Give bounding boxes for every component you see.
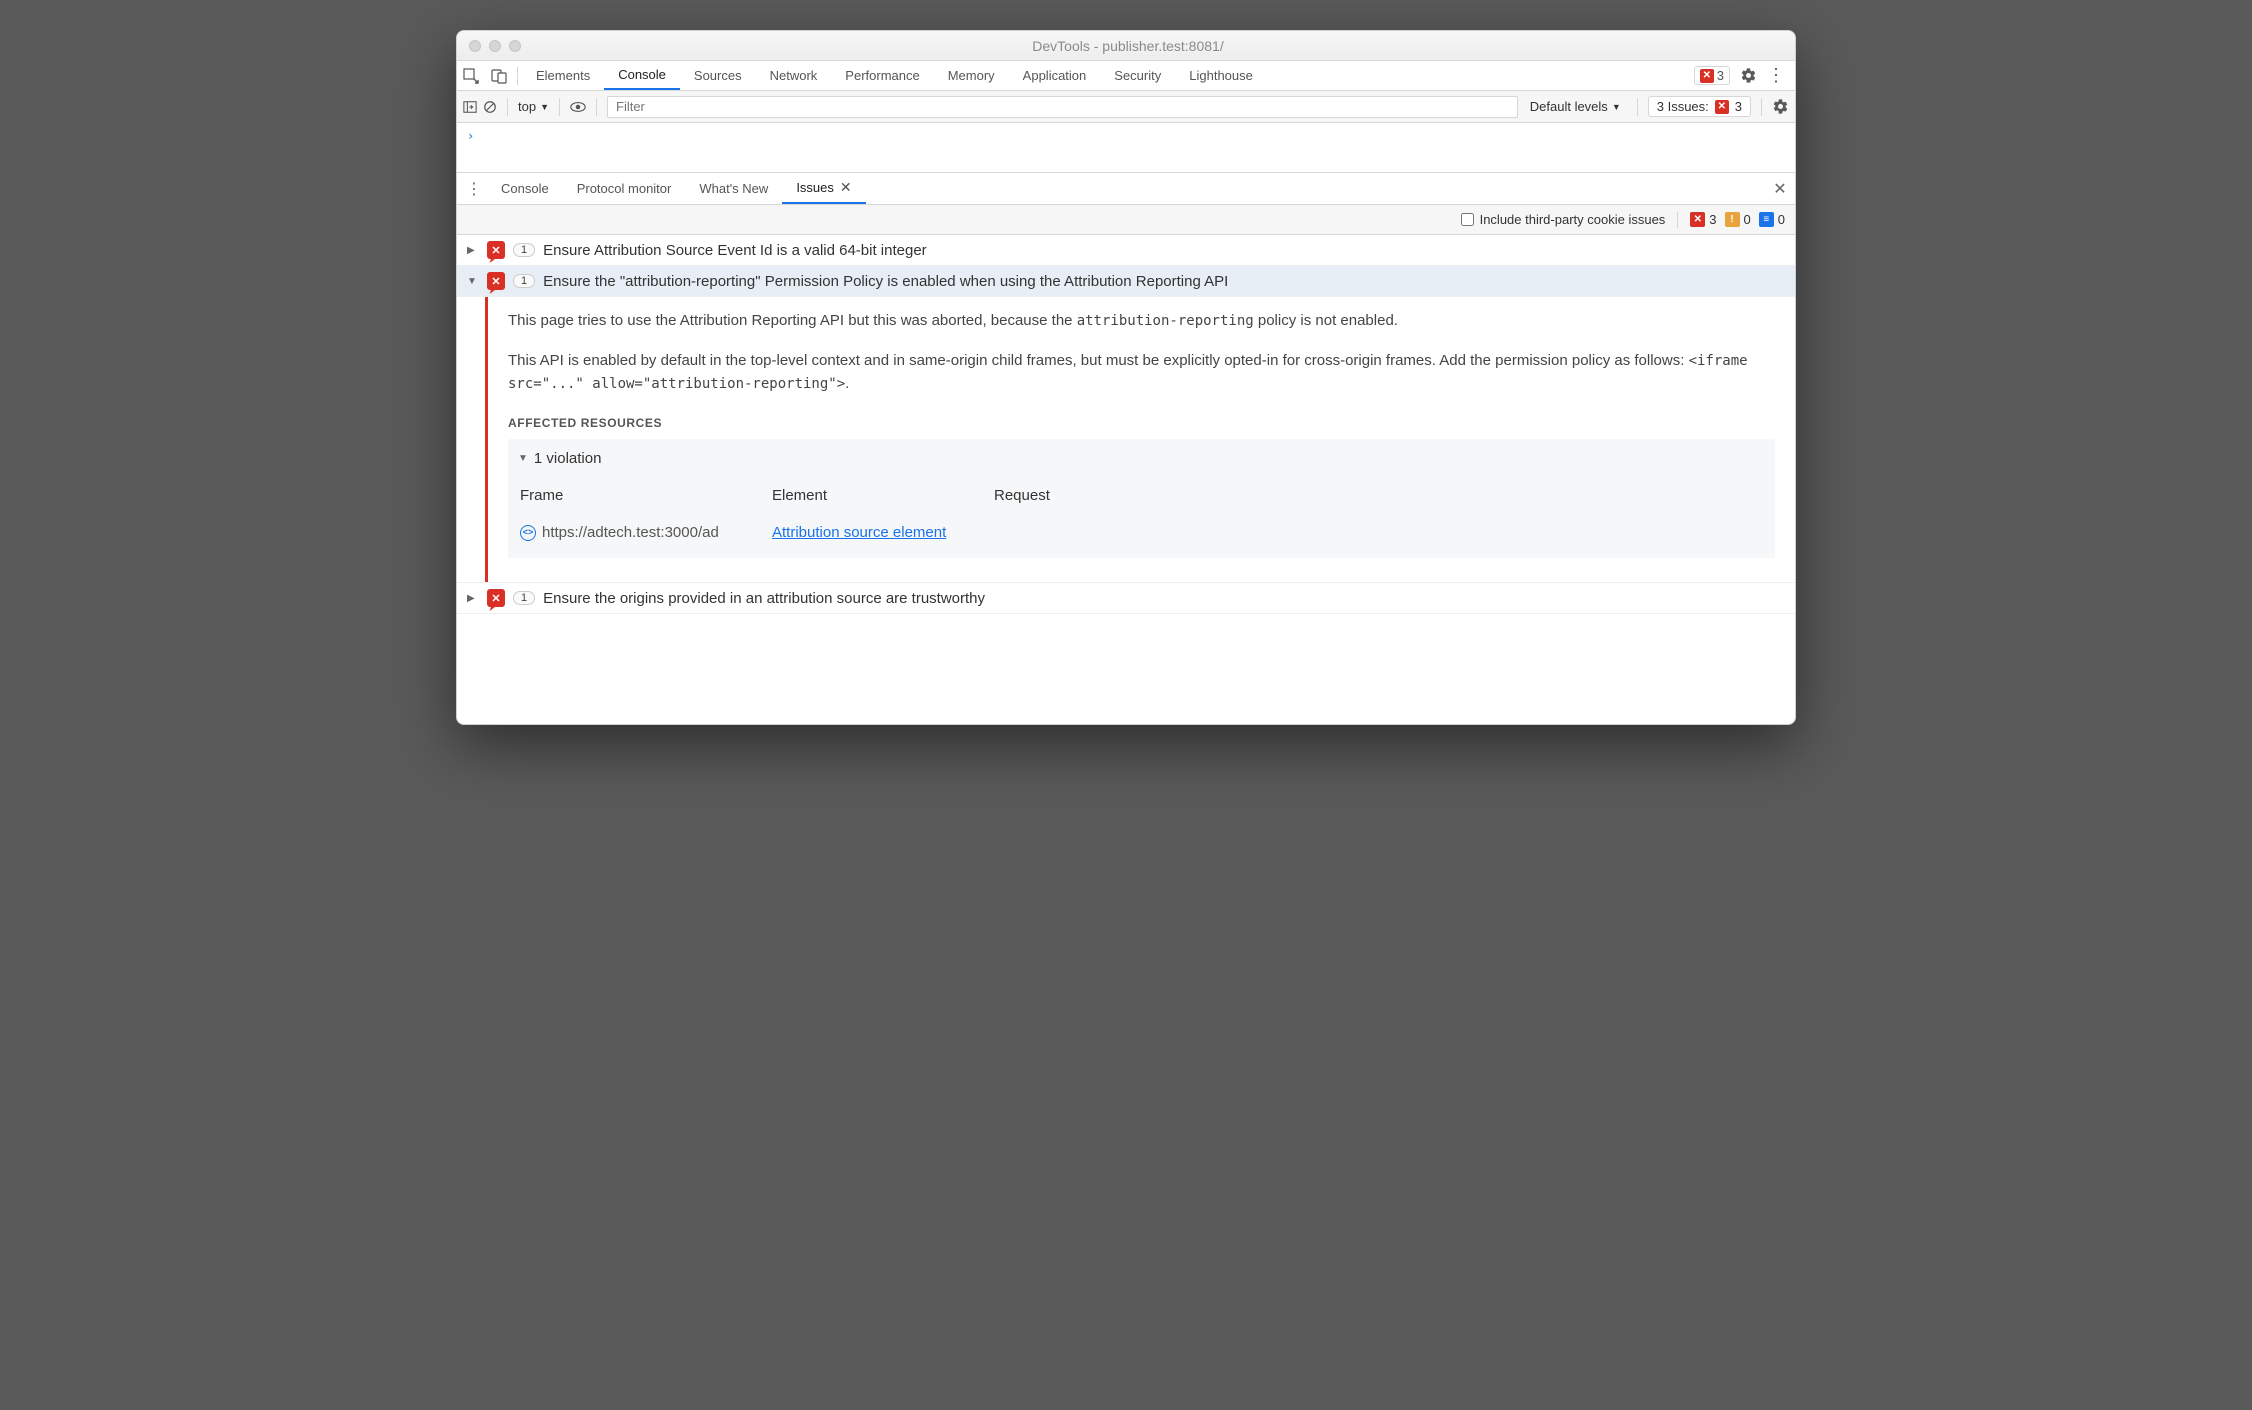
issue-title: Ensure the "attribution-reporting" Permi… <box>543 273 1228 290</box>
blank-area <box>457 614 1795 724</box>
issue-row[interactable]: ▶ ✕ 1 Ensure Attribution Source Event Id… <box>457 235 1795 266</box>
window-title: DevTools - publisher.test:8081/ <box>521 38 1735 54</box>
issue-error-icon: ✕ <box>487 272 505 290</box>
traffic-min[interactable] <box>489 40 501 52</box>
settings-gear-icon[interactable] <box>1740 67 1757 84</box>
error-counter[interactable]: ✕ 3 <box>1694 66 1730 85</box>
disclosure-triangle-icon: ▼ <box>518 451 528 467</box>
issue-title: Ensure the origins provided in an attrib… <box>543 590 985 607</box>
chevron-down-icon: ▼ <box>1612 102 1621 112</box>
col-frame: Frame <box>510 480 760 513</box>
console-settings-gear-icon[interactable] <box>1772 98 1789 115</box>
tab-memory[interactable]: Memory <box>934 61 1009 90</box>
titlebar: DevTools - publisher.test:8081/ <box>457 31 1795 61</box>
drawer-close-icon[interactable]: ✕ <box>1765 179 1795 199</box>
issue-error-icon: ✕ <box>487 589 505 607</box>
issue-count-badge: 1 <box>513 591 535 605</box>
issue-paragraph: This page tries to use the Attribution R… <box>508 309 1775 333</box>
error-count-num: 3 <box>1717 68 1724 83</box>
issue-paragraph: This API is enabled by default in the to… <box>508 349 1775 396</box>
context-selector[interactable]: top ▼ <box>518 99 549 114</box>
warning-badge-icon: ! <box>1725 212 1740 227</box>
live-expression-icon[interactable] <box>570 100 586 114</box>
tab-application[interactable]: Application <box>1009 61 1101 90</box>
error-badge-icon: ✕ <box>1690 212 1705 227</box>
issue-error-icon: ✕ <box>487 241 505 259</box>
violation-header[interactable]: ▼ 1 violation <box>508 439 1775 478</box>
issue-row[interactable]: ▶ ✕ 1 Ensure the origins provided in an … <box>457 582 1795 614</box>
device-toggle-icon[interactable] <box>485 62 513 90</box>
kebab-menu-icon[interactable]: ⋮ <box>1767 65 1785 86</box>
chevron-down-icon: ▼ <box>540 102 549 112</box>
filter-input[interactable] <box>607 96 1518 118</box>
table-row: <> https://adtech.test:3000/ad Attributi… <box>510 515 1773 556</box>
third-party-checkbox-label[interactable]: Include third-party cookie issues <box>1461 212 1666 227</box>
drawer-tab-whatsnew[interactable]: What's New <box>685 173 782 204</box>
tab-elements[interactable]: Elements <box>522 61 604 90</box>
affected-resources-box: ▼ 1 violation Frame Element Request <> h… <box>508 439 1775 559</box>
traffic-max[interactable] <box>509 40 521 52</box>
console-prompt: › <box>467 129 474 143</box>
disclosure-triangle-icon: ▼ <box>467 276 479 287</box>
error-icon: ✕ <box>1700 69 1714 83</box>
main-tab-bar: Elements Console Sources Network Perform… <box>457 61 1795 91</box>
code-span: attribution-reporting <box>1077 313 1254 329</box>
drawer-tab-bar: ⋮ Console Protocol monitor What's New Is… <box>457 173 1795 205</box>
frame-icon: <> <box>520 525 536 541</box>
console-body[interactable]: › <box>457 123 1795 173</box>
tab-sources[interactable]: Sources <box>680 61 756 90</box>
drawer-kebab-icon[interactable]: ⋮ <box>461 179 487 199</box>
element-link[interactable]: Attribution source element <box>772 524 946 541</box>
issue-row[interactable]: ▼ ✕ 1 Ensure the "attribution-reporting"… <box>457 266 1795 297</box>
tab-lighthouse[interactable]: Lighthouse <box>1175 61 1267 90</box>
traffic-lights <box>457 40 521 52</box>
affected-resources-heading: AFFECTED RESOURCES <box>508 414 1775 433</box>
disclosure-triangle-icon: ▶ <box>467 593 479 604</box>
frame-link[interactable]: <> https://adtech.test:3000/ad <box>520 521 750 544</box>
devtools-window: DevTools - publisher.test:8081/ Elements… <box>456 30 1796 725</box>
error-icon: ✕ <box>1715 100 1729 114</box>
violation-table: Frame Element Request <> https://adtech.… <box>508 478 1775 559</box>
tab-console[interactable]: Console <box>604 61 680 90</box>
col-element: Element <box>762 480 982 513</box>
disclosure-triangle-icon: ▶ <box>467 245 479 256</box>
third-party-checkbox[interactable] <box>1461 213 1474 226</box>
info-badge-icon: ≡ <box>1759 212 1774 227</box>
drawer-tab-console[interactable]: Console <box>487 173 563 204</box>
tab-security[interactable]: Security <box>1100 61 1175 90</box>
inspect-icon[interactable] <box>457 62 485 90</box>
issue-count-badge: 1 <box>513 274 535 288</box>
tab-network[interactable]: Network <box>756 61 832 90</box>
drawer-tab-issues[interactable]: Issues ✕ <box>782 173 865 204</box>
tab-performance[interactable]: Performance <box>831 61 933 90</box>
close-icon[interactable]: ✕ <box>840 179 852 196</box>
traffic-close[interactable] <box>469 40 481 52</box>
issues-counter[interactable]: 3 Issues: ✕ 3 <box>1648 96 1751 117</box>
console-sidebar-toggle-icon[interactable] <box>463 100 477 114</box>
issue-detail: This page tries to use the Attribution R… <box>485 297 1795 582</box>
drawer-tab-protocol[interactable]: Protocol monitor <box>563 173 686 204</box>
console-toolbar: top ▼ Default levels ▼ 3 Issues: ✕ 3 <box>457 91 1795 123</box>
issues-toolbar: Include third-party cookie issues ✕ 3 ! … <box>457 205 1795 235</box>
col-request: Request <box>984 480 1773 513</box>
issue-category-counts: ✕ 3 ! 0 ≡ 0 <box>1690 212 1785 227</box>
log-levels-selector[interactable]: Default levels ▼ <box>1524 99 1627 114</box>
issue-count-badge: 1 <box>513 243 535 257</box>
clear-console-icon[interactable] <box>483 100 497 114</box>
issue-title: Ensure Attribution Source Event Id is a … <box>543 242 927 259</box>
